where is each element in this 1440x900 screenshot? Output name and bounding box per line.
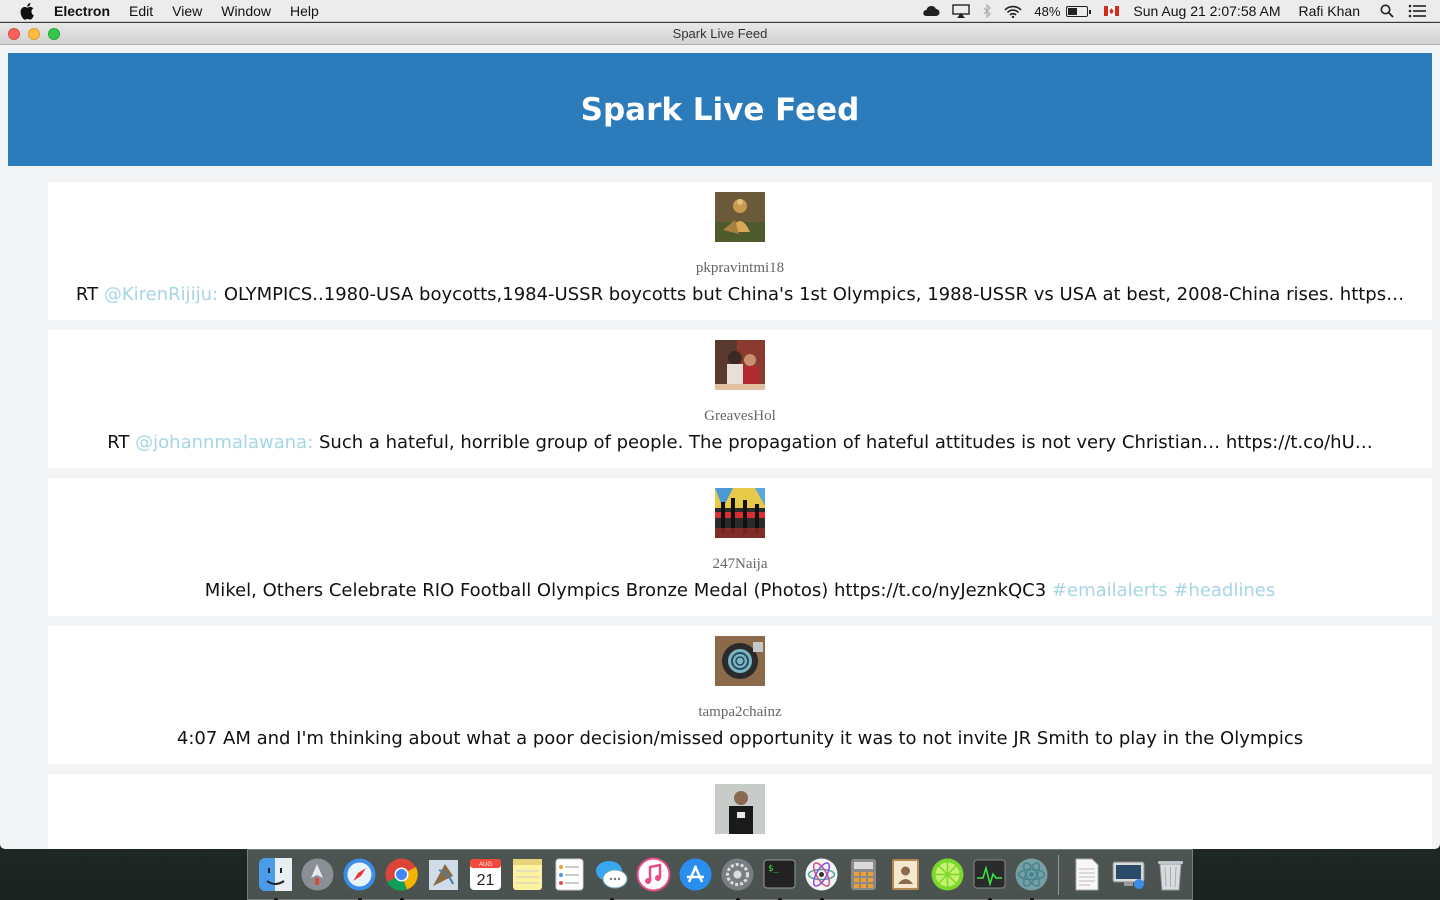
contacts-icon[interactable] <box>887 856 924 893</box>
calendar-month-label: AUG <box>478 862 491 868</box>
tweet-username: tampa2chainz <box>698 704 782 720</box>
menu-window[interactable]: Window <box>221 3 271 19</box>
mail-icon[interactable] <box>425 856 462 893</box>
avatar[interactable] <box>715 636 765 686</box>
avatar[interactable] <box>715 192 765 242</box>
remote-desktop-icon[interactable] <box>1110 856 1147 893</box>
window-zoom-button[interactable] <box>48 28 60 40</box>
atom-icon[interactable] <box>803 856 840 900</box>
notification-center-icon[interactable] <box>1408 4 1426 18</box>
finder-icon[interactable] <box>257 856 294 900</box>
tweet-card: tampa2chainz 4:07 AM and I'm thinking ab… <box>48 626 1432 764</box>
battery-percent: 48% <box>1034 3 1061 19</box>
tweet-mention-link[interactable]: @johannmalawana: <box>135 432 313 453</box>
tweet-card: pkpravintmi18 RT @KirenRijiju: OLYMPICS.… <box>48 182 1432 320</box>
tweet-text-segment: RT <box>75 284 104 305</box>
canada-flag-icon[interactable] <box>1104 6 1120 16</box>
calendar-icon[interactable]: AUG 21 <box>467 856 504 893</box>
menu-help[interactable]: Help <box>290 3 319 19</box>
document-icon[interactable] <box>1068 856 1105 893</box>
menu-edit[interactable]: Edit <box>129 3 153 19</box>
safari-icon[interactable] <box>341 856 378 900</box>
avatar[interactable] <box>715 340 765 390</box>
app-window: Spark Live Feed Spark Live Feed pkpravin… <box>0 23 1440 849</box>
tweet-text: 4:07 AM and I'm thinking about what a po… <box>177 728 1303 749</box>
messages-icon[interactable] <box>593 856 630 900</box>
window-title: Spark Live Feed <box>672 26 768 41</box>
menu-bar: Electron Edit View Window Help 48% Sun A… <box>0 0 1440 22</box>
tweet-username: GreavesHol <box>704 408 776 424</box>
tweet-feed[interactable]: pkpravintmi18 RT @KirenRijiju: OLYMPICS.… <box>48 182 1432 849</box>
wifi-icon[interactable] <box>1004 5 1022 18</box>
system-preferences-icon[interactable] <box>719 856 756 900</box>
trash-icon[interactable] <box>1152 856 1189 893</box>
tweet-hashtag-link[interactable]: #headlines <box>1173 580 1275 601</box>
tweet-text: RT @johannmalawana: Such a hateful, horr… <box>107 432 1373 453</box>
airplay-icon[interactable] <box>952 4 971 18</box>
tweet-card: 247Naija Mikel, Others Celebrate RIO Foo… <box>48 478 1432 616</box>
dock-separator <box>1058 854 1059 895</box>
page-title: Spark Live Feed <box>580 91 860 128</box>
tweet-username: pkpravintmi18 <box>695 260 785 276</box>
avatar[interactable] <box>715 488 765 538</box>
activity-monitor-icon[interactable] <box>971 856 1008 900</box>
tweet-text-segment: Such a hateful, horrible group of people… <box>313 432 1373 453</box>
svg-text:$_: $_ <box>768 864 779 874</box>
calendar-day-label: 21 <box>476 872 494 889</box>
bluetooth-icon[interactable] <box>982 4 992 18</box>
tweet-text-segment: OLYMPICS..1980-USA boycotts,1984-USSR bo… <box>218 284 1405 305</box>
electron-icon[interactable] <box>1013 856 1050 900</box>
avatar[interactable] <box>715 784 765 834</box>
terminal-icon[interactable]: $_ <box>761 856 798 900</box>
menu-view[interactable]: View <box>172 3 202 19</box>
tweet-text-segment: 4:07 AM and I'm thinking about what a po… <box>176 728 1304 749</box>
app-store-icon[interactable] <box>677 856 714 893</box>
tweet-text: RT @KirenRijiju: OLYMPICS..1980-USA boyc… <box>76 284 1404 305</box>
calculator-icon[interactable] <box>845 856 882 893</box>
tweet-card <box>48 774 1432 849</box>
notes-icon[interactable] <box>509 856 546 893</box>
battery-icon[interactable] <box>1066 5 1092 17</box>
tweet-text: Mikel, Others Celebrate RIO Football Oly… <box>205 580 1275 601</box>
creative-cloud-icon[interactable] <box>922 5 940 17</box>
window-close-button[interactable] <box>8 28 20 40</box>
spotlight-search-icon[interactable] <box>1380 4 1394 18</box>
tweet-username: 247Naija <box>712 556 768 572</box>
menubar-user[interactable]: Rafi Khan <box>1299 3 1360 19</box>
tweet-hashtag-link[interactable]: #emailalerts <box>1052 580 1168 601</box>
window-title-bar[interactable]: Spark Live Feed <box>0 23 1440 45</box>
tweet-card: GreavesHol RT @johannmalawana: Such a ha… <box>48 330 1432 468</box>
dock: AUG 21 $_ <box>247 849 1193 900</box>
tweet-mention-link[interactable]: @KirenRijiju: <box>104 284 218 305</box>
chrome-icon[interactable] <box>383 856 420 900</box>
page-header: Spark Live Feed <box>8 53 1432 166</box>
lime-icon[interactable] <box>929 856 966 893</box>
tweet-text-segment: RT <box>107 432 136 453</box>
window-minimize-button[interactable] <box>28 28 40 40</box>
itunes-icon[interactable] <box>635 856 672 893</box>
reminders-icon[interactable] <box>551 856 588 893</box>
launchpad-icon[interactable] <box>299 856 336 893</box>
apple-menu-icon[interactable] <box>20 2 36 20</box>
menubar-clock[interactable]: Sun Aug 21 2:07:58 AM <box>1133 3 1280 19</box>
tweet-text-segment: Mikel, Others Celebrate RIO Football Oly… <box>204 580 1052 601</box>
menu-app-name[interactable]: Electron <box>54 3 110 19</box>
